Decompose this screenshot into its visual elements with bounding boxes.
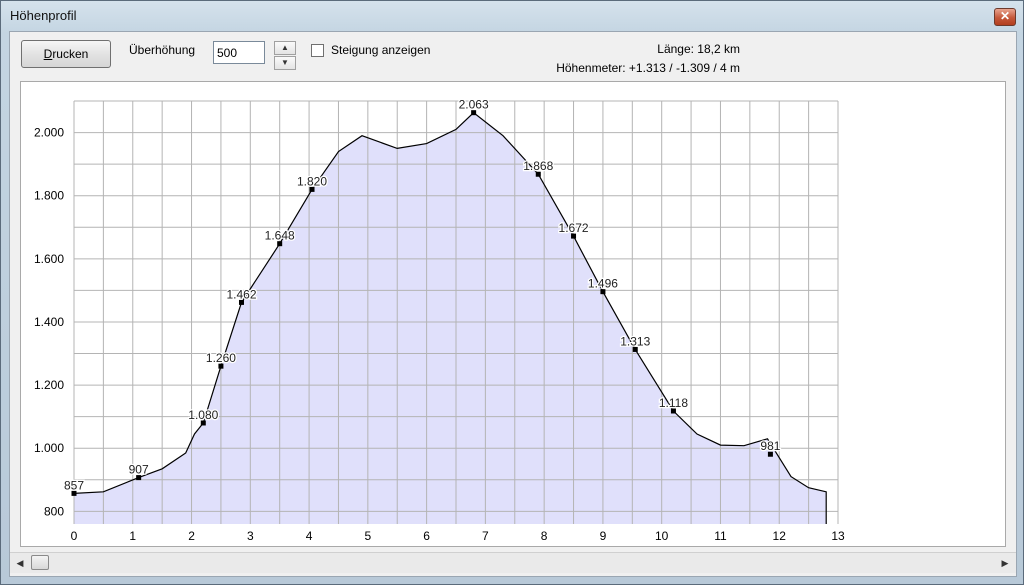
x-tick-label: 7: [482, 529, 489, 543]
elevation-marker-label: 1.080: [188, 408, 218, 422]
exaggeration-label: Überhöhung: [129, 43, 196, 57]
scroll-left-arrow-icon[interactable]: ◀: [13, 555, 27, 571]
y-tick-label: 1.000: [34, 441, 64, 455]
elevation-marker-label: 857: [64, 478, 84, 492]
print-button[interactable]: Drucken: [21, 40, 111, 68]
elevation-marker-label: 907: [129, 463, 149, 477]
x-tick-label: 11: [714, 529, 727, 543]
slope-checkbox-label[interactable]: Steigung anzeigen: [331, 43, 430, 57]
elevation-marker-label: 1.260: [206, 351, 236, 365]
elevation-marker-label: 1.496: [588, 277, 618, 291]
x-tick-label: 9: [600, 529, 607, 543]
x-tick-label: 12: [773, 529, 787, 543]
x-tick-label: 6: [423, 529, 430, 543]
y-tick-label: 1.600: [34, 252, 64, 266]
elevation-marker-label: 1.672: [559, 221, 589, 235]
x-tick-label: 13: [831, 529, 845, 543]
x-tick-label: 2: [188, 529, 195, 543]
chart-area: 800 1.000 1.200 1.400 1.600 1.800 2.000 0 1 2 3 4 5 6…: [20, 81, 1006, 547]
route-length: Länge: 18,2 km: [657, 42, 740, 56]
exaggeration-input[interactable]: [213, 41, 265, 64]
title-bar[interactable]: Höhenprofil ✕: [1, 1, 1023, 31]
elevation-marker-label: 1.462: [226, 287, 256, 301]
y-tick-label: 2.000: [34, 126, 64, 140]
elevation-marker-label: 2.063: [459, 98, 489, 112]
x-tick-label: 10: [655, 529, 669, 543]
spin-up-button[interactable]: ▲: [274, 41, 296, 55]
x-tick-label: 0: [71, 529, 78, 543]
elevation-marker-label: 1.868: [523, 159, 553, 173]
elevation-marker-label: 1.118: [659, 396, 688, 410]
close-icon: ✕: [999, 9, 1011, 23]
elevation-marker-label: 1.648: [265, 229, 295, 243]
exaggeration-spinner: ▲ ▼: [274, 41, 296, 70]
x-tick-label: 4: [306, 529, 313, 543]
x-tick-label: 3: [247, 529, 254, 543]
y-tick-label: 1.400: [34, 315, 64, 329]
x-tick-label: 1: [129, 529, 136, 543]
dialog-client-area: Drucken Überhöhung ▲ ▼ Steigung anzeigen…: [9, 31, 1017, 577]
elevation-marker-label: 1.820: [297, 174, 327, 188]
slope-checkbox[interactable]: [311, 44, 324, 57]
arrow-up-icon: ▲: [281, 43, 289, 52]
elevation-marker-label: 981: [760, 439, 780, 453]
window-title: Höhenprofil: [10, 8, 77, 23]
close-button[interactable]: ✕: [994, 8, 1016, 26]
profile-window: Höhenprofil ✕ Drucken Überhöhung ▲ ▼ Ste…: [0, 0, 1024, 585]
elevation-summary: Höhenmeter: +1.313 / -1.309 / 4 m: [556, 61, 740, 75]
arrow-down-icon: ▼: [281, 58, 289, 67]
print-button-accelerator: D: [43, 47, 53, 61]
elevation-profile-chart: 8001.0001.2001.4001.6001.8002.0000 1 2 3 4 5 6…: [34, 96, 845, 543]
y-tick-label: 1.800: [34, 189, 64, 203]
scroll-right-arrow-icon[interactable]: ▶: [998, 555, 1012, 571]
y-tick-label: 1.200: [34, 378, 64, 392]
x-tick-label: 5: [365, 529, 372, 543]
y-tick-label: 800: [44, 504, 64, 518]
scroll-thumb[interactable]: [31, 555, 49, 570]
spin-down-button[interactable]: ▼: [274, 56, 296, 70]
elevation-marker-label: 1.313: [620, 334, 650, 348]
print-button-label: rucken: [52, 47, 89, 61]
horizontal-scrollbar[interactable]: ◀ ▶: [10, 552, 1016, 573]
x-tick-label: 8: [541, 529, 548, 543]
